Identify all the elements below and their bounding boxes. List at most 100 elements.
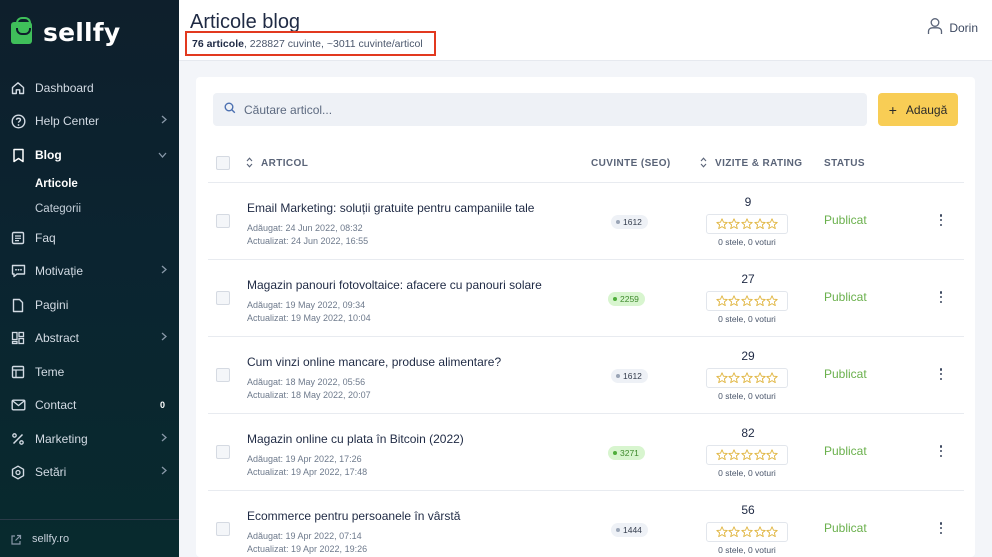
rating-star-icon[interactable] bbox=[728, 372, 741, 384]
article-title[interactable]: Magazin online cu plata în Bitcoin (2022… bbox=[247, 432, 464, 446]
rating-star-icon[interactable] bbox=[728, 449, 741, 461]
external-link-icon bbox=[10, 533, 22, 551]
table-row[interactable]: Ecommerce pentru persoanele în vârstă Adă… bbox=[208, 491, 964, 557]
sidebar-item-pagini[interactable]: Pagini bbox=[0, 290, 179, 320]
rating-star-icon[interactable] bbox=[753, 449, 766, 461]
rating-star-icon[interactable] bbox=[716, 295, 728, 307]
table-header: ARTICOL CUVINTE (SEO) VIZITE & RATING ST… bbox=[208, 145, 964, 183]
sort-icon[interactable] bbox=[700, 157, 707, 171]
list-icon bbox=[10, 230, 26, 246]
row-checkbox[interactable] bbox=[216, 522, 230, 536]
layout-icon bbox=[10, 330, 26, 346]
rating-star-icon[interactable] bbox=[766, 449, 778, 461]
status-dot-icon bbox=[616, 220, 620, 224]
more-options-icon[interactable] bbox=[936, 521, 946, 535]
percent-icon bbox=[10, 431, 26, 447]
settings-hexagon-icon bbox=[10, 464, 26, 480]
chevron-right-icon bbox=[161, 433, 167, 445]
sidebar-subitem-articole[interactable]: Articole bbox=[35, 178, 78, 190]
rating-star-icon[interactable] bbox=[766, 526, 778, 538]
rating-star-icon[interactable] bbox=[766, 295, 778, 307]
table-row[interactable]: Email Marketing: soluții gratuite pentru… bbox=[208, 183, 964, 260]
rating-star-icon[interactable] bbox=[753, 295, 766, 307]
page-header: Articole blog 76 articole, 228827 cuvint… bbox=[179, 0, 992, 61]
article-title[interactable]: Magazin panouri fotovoltaice: afacere cu… bbox=[247, 278, 542, 292]
sidebar-item-teme[interactable]: Teme bbox=[0, 357, 179, 387]
sidebar-item-setari[interactable]: Setări bbox=[0, 457, 179, 487]
rating-star-icon[interactable] bbox=[728, 218, 741, 230]
articles-card: + Adaugă ARTICOL CUVINTE (SEO) VIZITE & … bbox=[196, 77, 975, 557]
rating-star-icon[interactable] bbox=[728, 526, 741, 538]
table-row[interactable]: Magazin online cu plata în Bitcoin (2022… bbox=[208, 414, 964, 491]
rating-star-icon[interactable] bbox=[741, 449, 753, 461]
rating-star-icon[interactable] bbox=[766, 218, 778, 230]
rating-star-icon[interactable] bbox=[766, 372, 778, 384]
table-row[interactable]: Magazin panouri fotovoltaice: afacere cu… bbox=[208, 260, 964, 337]
rating-summary: 0 stele, 0 voturi bbox=[718, 314, 776, 324]
sidebar-item-dashboard[interactable]: Dashboard bbox=[0, 73, 179, 103]
user-menu[interactable]: Dorin bbox=[927, 17, 978, 38]
table-row[interactable]: Cum vinzi online mancare, produse alimen… bbox=[208, 337, 964, 414]
contact-count-badge: 0 bbox=[159, 400, 165, 410]
sidebar-item-contact[interactable]: Contact 0 bbox=[0, 390, 179, 420]
sidebar-item-label: Setări bbox=[35, 465, 67, 479]
rating-star-icon[interactable] bbox=[753, 526, 766, 538]
sidebar-item-label: Contact bbox=[35, 398, 77, 412]
article-updated-date: Actualizat: 24 Jun 2022, 16:55 bbox=[247, 236, 369, 246]
row-checkbox[interactable] bbox=[216, 214, 230, 228]
row-checkbox[interactable] bbox=[216, 445, 230, 459]
column-header-status[interactable]: STATUS bbox=[824, 158, 865, 169]
column-header-visits-rating[interactable]: VIZITE & RATING bbox=[715, 158, 802, 169]
sidebar-item-faq[interactable]: Faq bbox=[0, 223, 179, 253]
rating-star-icon[interactable] bbox=[716, 449, 728, 461]
sidebar-item-blog[interactable]: Blog bbox=[0, 140, 179, 170]
star-rating[interactable] bbox=[706, 445, 788, 465]
rating-star-icon[interactable] bbox=[741, 218, 753, 230]
more-options-icon[interactable] bbox=[936, 444, 946, 458]
rating-star-icon[interactable] bbox=[741, 526, 753, 538]
row-checkbox[interactable] bbox=[216, 368, 230, 382]
sidebar-footer: sellfy.ro bbox=[0, 519, 179, 545]
sidebar-item-abstract[interactable]: Abstract bbox=[0, 323, 179, 353]
column-header-article[interactable]: ARTICOL bbox=[261, 158, 308, 169]
rating-summary: 0 stele, 0 voturi bbox=[718, 237, 776, 247]
star-rating[interactable] bbox=[706, 522, 788, 542]
article-title[interactable]: Ecommerce pentru persoanele în vârstă bbox=[247, 509, 460, 523]
add-article-button[interactable]: + Adaugă bbox=[878, 93, 958, 126]
select-all-checkbox[interactable] bbox=[216, 156, 230, 170]
article-title[interactable]: Email Marketing: soluții gratuite pentru… bbox=[247, 201, 534, 215]
sidebar-item-label: Abstract bbox=[35, 331, 80, 345]
more-options-icon[interactable] bbox=[936, 290, 946, 304]
article-added-date: Adăugat: 19 Apr 2022, 17:26 bbox=[247, 454, 362, 464]
article-title[interactable]: Cum vinzi online mancare, produse alimen… bbox=[247, 355, 501, 369]
article-added-date: Adăugat: 19 Apr 2022, 07:14 bbox=[247, 531, 362, 541]
search-input[interactable] bbox=[244, 102, 824, 117]
sidebar-item-help-center[interactable]: Help Center bbox=[0, 106, 179, 136]
word-stats: , 228827 cuvinte, ~3011 cuvinte/articol bbox=[243, 37, 423, 50]
word-count: 1444 bbox=[623, 525, 642, 535]
rating-star-icon[interactable] bbox=[716, 218, 728, 230]
column-header-words[interactable]: CUVINTE (SEO) bbox=[591, 158, 671, 169]
star-rating[interactable] bbox=[706, 214, 788, 234]
chevron-right-icon bbox=[161, 115, 167, 127]
row-checkbox[interactable] bbox=[216, 291, 230, 305]
rating-star-icon[interactable] bbox=[753, 372, 766, 384]
sort-icon[interactable] bbox=[246, 157, 253, 171]
star-rating[interactable] bbox=[706, 368, 788, 388]
rating-star-icon[interactable] bbox=[741, 372, 753, 384]
rating-star-icon[interactable] bbox=[716, 526, 728, 538]
search-bar[interactable] bbox=[213, 93, 867, 126]
rating-star-icon[interactable] bbox=[728, 295, 741, 307]
site-link[interactable]: sellfy.ro bbox=[32, 533, 69, 545]
more-options-icon[interactable] bbox=[936, 213, 946, 227]
rating-star-icon[interactable] bbox=[741, 295, 753, 307]
sidebar-item-motivatie[interactable]: Motivație bbox=[0, 256, 179, 286]
star-rating[interactable] bbox=[706, 291, 788, 311]
rating-star-icon[interactable] bbox=[753, 218, 766, 230]
brand-logo[interactable]: sellfy bbox=[11, 16, 120, 47]
rating-star-icon[interactable] bbox=[716, 372, 728, 384]
sidebar-subitem-categorii[interactable]: Categorii bbox=[35, 203, 81, 215]
sidebar-item-marketing[interactable]: Marketing bbox=[0, 424, 179, 454]
more-options-icon[interactable] bbox=[936, 367, 946, 381]
status-badge: Publicat bbox=[824, 290, 867, 304]
